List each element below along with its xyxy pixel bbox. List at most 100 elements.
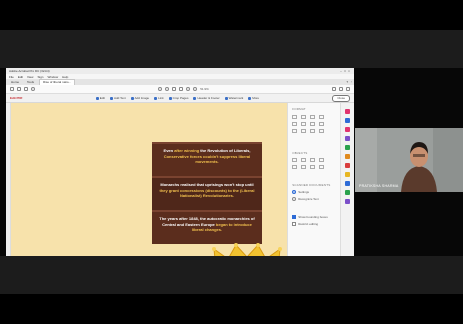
zoom-out-icon[interactable] (186, 87, 191, 91)
tool-more-label: More (252, 96, 260, 100)
document-view[interactable]: Even after winning the Revolution of Lib… (10, 103, 288, 256)
arrange-icon[interactable] (292, 165, 298, 169)
help-icon[interactable]: ? (347, 80, 349, 84)
tool-header-footer-label: Header & Footer (197, 96, 220, 100)
slide-brick-1: Even after winning the Revolution of Lib… (151, 142, 262, 176)
edit-pdf-icon[interactable] (345, 127, 351, 132)
tab-document[interactable]: Rise of liberal natio... (39, 79, 76, 85)
edit-pdf-toolbar: Edit PDF Edit Add Text Add Image Link Cr… (6, 94, 354, 103)
more-tools-icon[interactable] (345, 199, 351, 204)
format-panel: FORMAT OBJECTS SCANNED DOCUMENTS Setting… (287, 103, 341, 256)
main-toolbar: 51.9% (6, 85, 354, 94)
create-pdf-icon[interactable] (345, 109, 351, 114)
sign-icon[interactable] (346, 87, 351, 91)
tool-watermark[interactable]: Watermark (224, 96, 244, 100)
underline-icon[interactable] (310, 115, 316, 119)
tool-add-text-label: Add Text (113, 96, 126, 100)
highlight-icon[interactable] (339, 87, 344, 91)
tool-crop-pages[interactable]: Crop Pages (168, 96, 189, 100)
align-objects-icon[interactable] (319, 165, 325, 169)
brick-1-emphasis-b: Conservative forces couldn't suppress li… (163, 153, 251, 165)
combine-icon[interactable] (345, 118, 351, 123)
flip-vertical-icon[interactable] (292, 158, 298, 162)
line-spacing-icon[interactable] (310, 129, 316, 133)
settings-radio[interactable] (292, 190, 297, 194)
slide-brick-2: Monarchs realised that uprisings won't s… (151, 176, 262, 210)
tool-crop-label: Crop Pages (172, 96, 189, 100)
justify-icon[interactable] (319, 122, 325, 126)
brick-2-text: Monarchs realised that uprisings won't s… (157, 182, 257, 199)
tool-more[interactable]: More (248, 96, 259, 100)
indent-icon[interactable] (319, 129, 325, 133)
tool-edit[interactable]: Edit (95, 96, 105, 100)
protect-icon[interactable] (345, 163, 351, 168)
export-icon[interactable] (345, 136, 351, 141)
menu-sign[interactable]: Sign (37, 75, 43, 79)
tool-watermark-label: Watermark (228, 96, 244, 100)
settings-row[interactable]: Settings (292, 190, 309, 194)
more-icon (248, 96, 252, 100)
text-icon (109, 96, 113, 100)
edit-icon (95, 96, 99, 100)
tool-add-text[interactable]: Add Text (109, 96, 126, 100)
crown-illustration (211, 243, 282, 256)
bounding-boxes-checkbox[interactable] (292, 215, 297, 219)
tool-link[interactable]: Link (154, 96, 164, 100)
bounding-boxes-label: Show bounding boxes (298, 215, 328, 219)
organize-icon[interactable] (345, 145, 351, 150)
search-icon[interactable] (31, 87, 35, 91)
settings-label: Settings (298, 190, 310, 194)
send-icon[interactable] (345, 181, 351, 186)
menu-file[interactable]: File (9, 75, 14, 79)
close-edit-button[interactable]: Close (332, 94, 350, 102)
bell-icon[interactable]: ◔ (350, 80, 352, 84)
menu-edit[interactable]: Edit (18, 75, 23, 79)
watermark-icon (224, 96, 228, 100)
recognize-radio[interactable] (292, 197, 297, 201)
comment-tool-icon[interactable] (345, 154, 351, 159)
rotate-right-icon[interactable] (319, 158, 325, 162)
prev-page-icon[interactable] (158, 87, 163, 91)
meeting-stage-top (0, 30, 463, 68)
fill-sign-icon[interactable] (345, 172, 351, 177)
menu-view[interactable]: View (27, 75, 33, 79)
rotate-left-icon[interactable] (310, 158, 316, 162)
brick-2-emphasis: they grant concessions (discounts) to th… (159, 187, 255, 199)
menu-help[interactable]: Help (62, 75, 68, 79)
tool-header-footer[interactable]: Header & Footer (193, 96, 220, 100)
bullet-list-icon[interactable] (292, 129, 298, 133)
recognize-row[interactable]: Recognize Text (292, 197, 319, 201)
next-page-icon[interactable] (165, 87, 170, 91)
comment-icon[interactable] (332, 87, 337, 91)
tab-home[interactable]: Home (8, 80, 22, 85)
print-icon[interactable] (24, 87, 28, 91)
align-left-icon[interactable] (292, 122, 298, 126)
zoom-level[interactable]: 51.9% (200, 87, 209, 91)
crop-object-icon[interactable] (301, 165, 307, 169)
object-controls (292, 158, 325, 169)
flip-horizontal-icon[interactable] (301, 158, 307, 162)
bounding-boxes-row[interactable]: Show bounding boxes (292, 215, 328, 219)
save-icon[interactable] (10, 87, 14, 91)
bold-icon[interactable] (292, 115, 298, 119)
font-size-icon[interactable] (319, 115, 325, 119)
menu-window[interactable]: Window (47, 75, 58, 79)
restrict-editing-checkbox[interactable] (292, 222, 297, 226)
tab-tools[interactable]: Tools (24, 80, 37, 85)
replace-image-icon[interactable] (310, 165, 316, 169)
close-window-button[interactable]: × (347, 69, 351, 73)
number-list-icon[interactable] (301, 129, 307, 133)
brick-1-part-b: the Revolution of Liberals, (199, 148, 251, 153)
hand-icon[interactable] (179, 87, 184, 91)
restrict-editing-row[interactable]: Restrict editing (292, 222, 318, 226)
tools-icon-rail (340, 103, 354, 256)
zoom-in-icon[interactable] (193, 87, 198, 91)
compress-icon[interactable] (345, 190, 351, 195)
align-center-icon[interactable] (301, 122, 307, 126)
tool-add-image[interactable]: Add Image (130, 96, 149, 100)
upload-icon[interactable] (17, 87, 21, 91)
italic-icon[interactable] (301, 115, 307, 119)
cursor-icon[interactable] (172, 87, 177, 91)
align-right-icon[interactable] (310, 122, 316, 126)
top-letterbox (0, 0, 463, 30)
